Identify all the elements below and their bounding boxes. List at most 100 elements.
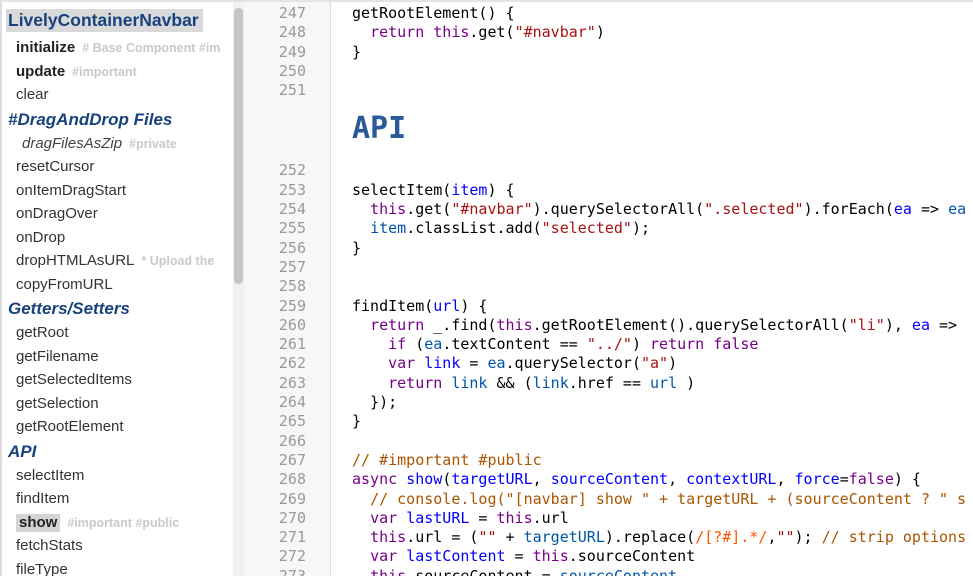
code-editor[interactable]: 247getRootElement() { 248 return this.ge… (244, 2, 973, 576)
line-number: 258 (244, 277, 330, 296)
code-line[interactable]: 261 if (ea.textContent == "../") return … (244, 335, 973, 354)
lively-container-window: LivelyContainerNavbar initialize# Base C… (0, 0, 973, 576)
code-line[interactable]: 266 (244, 432, 973, 451)
code-line[interactable]: 254 this.get("#navbar").querySelectorAll… (244, 200, 973, 219)
sidebar-item-label: show (16, 514, 60, 532)
sidebar-item-copyfromurl[interactable]: copyFromURL (2, 273, 233, 297)
code-line[interactable]: 265} (244, 412, 973, 431)
sidebar-scrollbar-thumb[interactable] (234, 8, 243, 284)
code-line[interactable]: 256} (244, 239, 973, 258)
line-content (330, 277, 352, 296)
sidebar-item-tag: #important #public (67, 516, 179, 530)
sidebar-item-livelycontainernavbar[interactable]: LivelyContainerNavbar (2, 7, 233, 36)
sidebar-item-drophtmlasurl[interactable]: dropHTMLAsURL* Upload the (2, 249, 233, 273)
sidebar-item-label: dragFilesAsZip (22, 135, 122, 152)
code-line[interactable]: 259findItem(url) { (244, 297, 973, 316)
line-number: 271 (244, 528, 330, 547)
code-line[interactable]: 255 item.classList.add("selected"); (244, 219, 973, 238)
line-number: 265 (244, 412, 330, 431)
line-content: } (330, 239, 361, 258)
sidebar-item-label: findItem (16, 490, 69, 507)
code-line[interactable]: 249} (244, 43, 973, 62)
sidebar-item-ondrop[interactable]: onDrop (2, 226, 233, 250)
code-line[interactable]: 247getRootElement() { (244, 4, 973, 23)
line-content: if (ea.textContent == "../") return fals… (330, 335, 758, 354)
line-content: // #important #public (330, 451, 542, 470)
sidebar-item-ondragover[interactable]: onDragOver (2, 202, 233, 226)
line-content (330, 62, 352, 81)
sidebar-item-selectitem[interactable]: selectItem (2, 464, 233, 488)
code-line[interactable]: 270 var lastURL = this.url (244, 509, 973, 528)
line-content: getRootElement() { (330, 4, 515, 23)
code-line[interactable]: 268async show(targetURL, sourceContent, … (244, 470, 973, 489)
code-line[interactable]: 272 var lastContent = this.sourceContent (244, 547, 973, 566)
line-number: 261 (244, 335, 330, 354)
sidebar-item-getselecteditems[interactable]: getSelectedItems (2, 368, 233, 392)
sidebar-item-getselection[interactable]: getSelection (2, 392, 233, 416)
code-line[interactable]: 267// #important #public (244, 451, 973, 470)
line-content: item.classList.add("selected"); (330, 219, 650, 238)
line-content: var lastContent = this.sourceContent (330, 547, 695, 566)
line-number: 249 (244, 43, 330, 62)
line-number: 253 (244, 181, 330, 200)
sidebar-item-update[interactable]: update#important (2, 60, 233, 84)
code-line[interactable]: 260 return _.find(this.getRootElement().… (244, 316, 973, 335)
sidebar-item-resetcursor[interactable]: resetCursor (2, 155, 233, 179)
sidebar-item-label: clear (16, 86, 49, 103)
sidebar-item-label: getRoot (16, 324, 69, 341)
sidebar-item-label: Getters/Setters (8, 299, 130, 318)
code-line[interactable]: 273 this.sourceContent = sourceContent (244, 567, 973, 576)
code-line[interactable]: 271 this.url = ("" + targetURL).replace(… (244, 528, 973, 547)
code-line[interactable]: 253selectItem(item) { (244, 181, 973, 200)
code-line[interactable]: 258 (244, 277, 973, 296)
line-number: 268 (244, 470, 330, 489)
line-content: return _.find(this.getRootElement().quer… (330, 316, 957, 335)
line-content: var lastURL = this.url (330, 509, 569, 528)
line-content: }); (330, 393, 397, 412)
code-line[interactable]: 251 (244, 81, 973, 100)
line-content (330, 258, 352, 277)
sidebar-item-getrootelement[interactable]: getRootElement (2, 415, 233, 439)
sidebar-item-label: getSelection (16, 395, 99, 412)
sidebar-item-fetchstats[interactable]: fetchStats (2, 534, 233, 558)
sidebar-item--draganddrop-files[interactable]: #DragAndDrop Files (2, 107, 233, 132)
line-number: 248 (244, 23, 330, 42)
code-lines-container: 247getRootElement() { 248 return this.ge… (244, 4, 973, 576)
sidebar-item-getfilename[interactable]: getFilename (2, 345, 233, 369)
line-content (330, 432, 352, 451)
sidebar-item-onitemdragstart[interactable]: onItemDragStart (2, 179, 233, 203)
code-line[interactable]: 248 return this.get("#navbar") (244, 23, 973, 42)
line-number: 263 (244, 374, 330, 393)
line-content: } (330, 43, 361, 62)
sidebar-item-clear[interactable]: clear (2, 83, 233, 107)
code-line[interactable]: 263 return link && (link.href == url ) (244, 374, 973, 393)
sidebar-item-label: onDragOver (16, 205, 98, 222)
line-content: this.url = ("" + targetURL).replace(/[?#… (330, 528, 966, 547)
line-content: } (330, 412, 361, 431)
sidebar-item-label: fileType (16, 561, 68, 576)
sidebar-item-api[interactable]: API (2, 439, 233, 464)
code-line[interactable]: 250 (244, 62, 973, 81)
sidebar-item-label: onDrop (16, 229, 65, 246)
line-content: var link = ea.querySelector("a") (330, 354, 677, 373)
code-line[interactable]: 269 // console.log("[navbar] show " + ta… (244, 490, 973, 509)
line-number: 257 (244, 258, 330, 277)
code-line[interactable]: 264 }); (244, 393, 973, 412)
sidebar-item-getroot[interactable]: getRoot (2, 321, 233, 345)
sidebar-item-label: dropHTMLAsURL (16, 252, 134, 269)
sidebar-item-show[interactable]: show #important #public (2, 511, 233, 535)
sidebar-item-label: API (8, 442, 36, 461)
sidebar-item-initialize[interactable]: initialize# Base Component #im (2, 36, 233, 60)
code-line[interactable]: 257 (244, 258, 973, 277)
sidebar-item-filetype[interactable]: fileType (2, 558, 233, 576)
sidebar-item-label: update (16, 63, 65, 80)
line-number: 259 (244, 297, 330, 316)
sidebar-item-dragfilesaszip[interactable]: dragFilesAsZip#private (2, 132, 233, 156)
code-line[interactable]: 252 (244, 161, 973, 180)
code-line[interactable]: 262 var link = ea.querySelector("a") (244, 354, 973, 373)
sidebar-item-finditem[interactable]: findItem (2, 487, 233, 511)
sidebar-scrollbar[interactable] (233, 2, 244, 576)
sidebar-item-getters-setters[interactable]: Getters/Setters (2, 296, 233, 321)
line-content (330, 81, 352, 100)
line-number: 250 (244, 62, 330, 81)
